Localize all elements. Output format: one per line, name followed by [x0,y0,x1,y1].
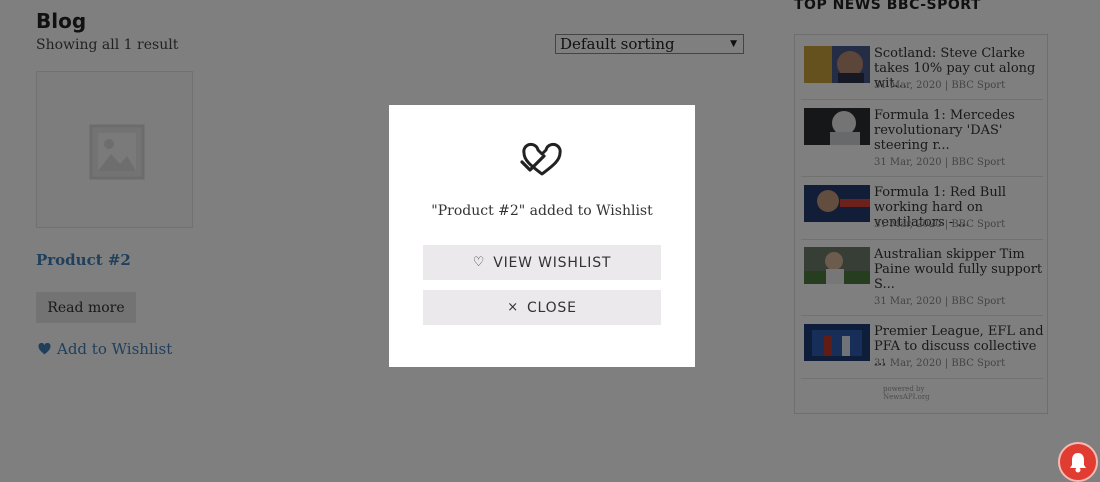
close-icon: × [507,300,519,315]
close-button[interactable]: × CLOSE [423,290,661,325]
view-wishlist-button[interactable]: ♡ VIEW WISHLIST [423,245,661,280]
view-wishlist-label: VIEW WISHLIST [493,254,612,271]
notification-button[interactable] [1058,442,1098,482]
bell-icon [1070,453,1086,473]
heart-outline-icon: ♡ [472,255,486,270]
wishlist-modal: "Product #2" added to Wishlist ♡ VIEW WI… [389,105,695,367]
modal-message: "Product #2" added to Wishlist [431,203,653,219]
heart-check-icon [520,142,562,176]
close-label: CLOSE [526,299,577,316]
